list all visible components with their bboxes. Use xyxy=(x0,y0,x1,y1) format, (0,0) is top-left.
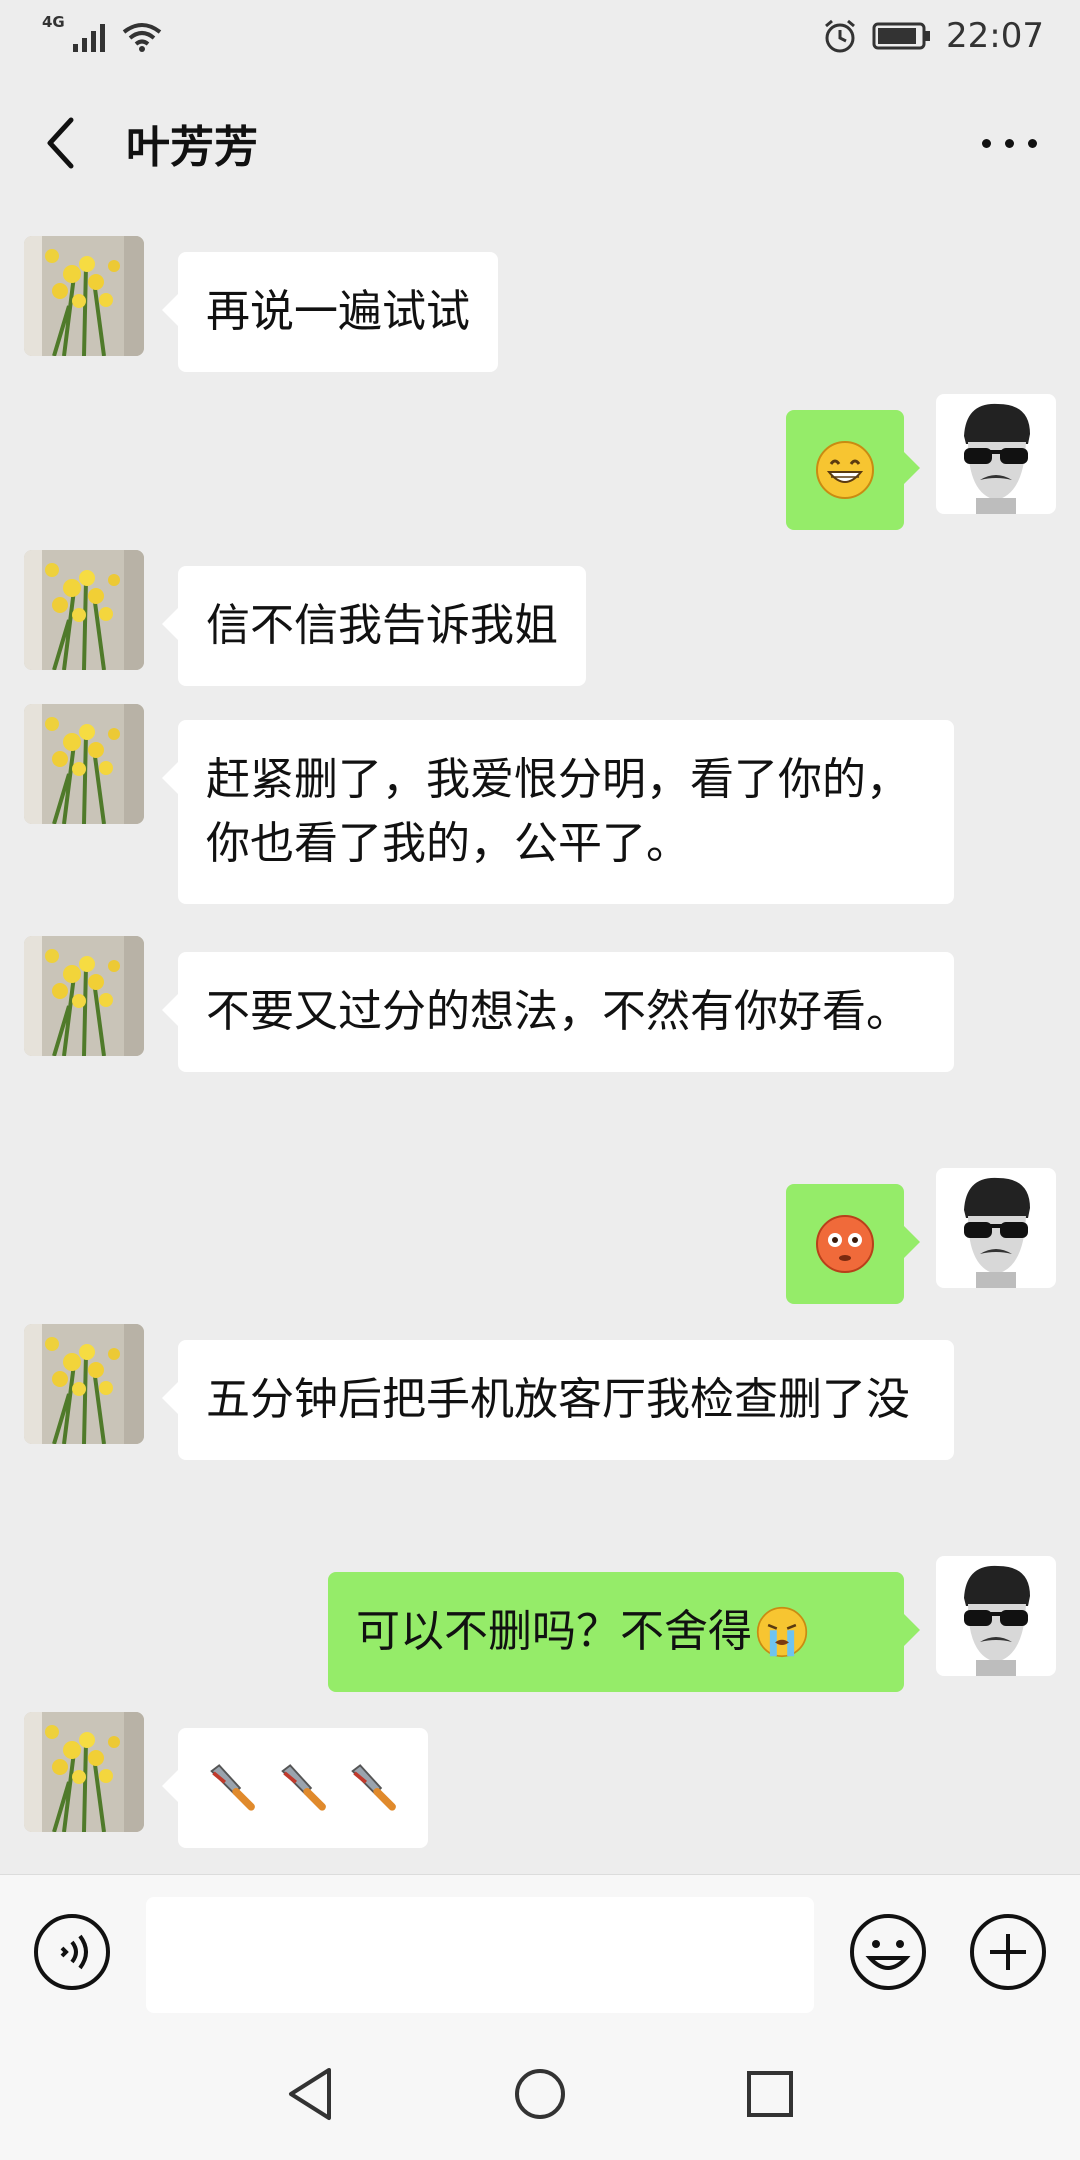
status-right: 22:07 xyxy=(822,16,1044,56)
kitchen-knife-emoji xyxy=(351,1764,397,1811)
self-avatar[interactable] xyxy=(936,394,1056,514)
flower-avatar-image xyxy=(24,1324,144,1444)
contact-avatar[interactable] xyxy=(24,1324,144,1444)
sunglasses-man-avatar-image xyxy=(936,1168,1056,1288)
contact-avatar[interactable] xyxy=(24,704,144,824)
plus-icon xyxy=(970,1914,1046,1990)
more-button[interactable] xyxy=(974,113,1044,173)
message-list[interactable]: 再说一遍试试 信不信我告诉我姐 赶紧删了，我爱恨分明，看了你的，你也看了我的，公… xyxy=(0,214,1080,1874)
kitchen-knife-emoji xyxy=(280,1764,326,1811)
flower-avatar-image xyxy=(24,704,144,824)
status-left: 4G xyxy=(42,13,163,52)
nav-home-button[interactable] xyxy=(500,2054,580,2134)
back-button[interactable] xyxy=(40,113,80,173)
nav-recent-icon xyxy=(747,2071,793,2117)
contact-avatar[interactable] xyxy=(24,1712,144,1832)
input-bar xyxy=(0,1874,1080,2024)
nav-back-button[interactable] xyxy=(270,2054,350,2134)
battery-icon xyxy=(872,22,931,50)
voice-icon xyxy=(34,1914,110,1990)
wifi-icon xyxy=(122,23,161,52)
back-icon xyxy=(47,117,74,169)
nav-recent-button[interactable] xyxy=(730,2054,810,2134)
contact-avatar[interactable] xyxy=(24,550,144,670)
message-bubble-incoming[interactable]: 五分钟后把手机放客厅我检查删了没 xyxy=(162,1340,954,1460)
message-bubble-outgoing[interactable] xyxy=(786,410,920,530)
kitchen-knife-emoji xyxy=(210,1764,255,1811)
nav-home-icon xyxy=(515,2069,565,2119)
grinning-face-emoji xyxy=(816,441,874,499)
message-bubble-outgoing[interactable] xyxy=(786,1184,920,1304)
nav-back-icon xyxy=(289,2068,331,2120)
network-type: 4G xyxy=(42,13,65,31)
emoji-icon xyxy=(850,1914,926,1990)
system-nav-bar xyxy=(0,2024,1080,2160)
voice-button[interactable] xyxy=(32,1912,112,1992)
message-bubble-incoming[interactable] xyxy=(162,1728,428,1848)
sunglasses-man-avatar-image xyxy=(936,394,1056,514)
flower-avatar-image xyxy=(24,936,144,1056)
message-text: 可以不删吗？不舍得 xyxy=(356,1606,752,1657)
message-input[interactable] xyxy=(146,1897,814,2013)
message-bubble-outgoing[interactable]: 可以不删吗？不舍得 xyxy=(328,1572,920,1692)
flower-avatar-image xyxy=(24,236,144,356)
more-icon xyxy=(981,138,991,148)
emoji-button[interactable] xyxy=(848,1912,928,1992)
self-avatar[interactable] xyxy=(936,1168,1056,1288)
chat-header: 叶芳芳 xyxy=(0,72,1080,214)
more-functions-button[interactable] xyxy=(968,1912,1048,1992)
chat-title: 叶芳芳 xyxy=(126,122,258,173)
flower-avatar-image xyxy=(24,550,144,670)
alarm-icon xyxy=(825,19,855,53)
crying-face-emoji xyxy=(756,1606,808,1658)
self-avatar[interactable] xyxy=(936,1556,1056,1676)
message-bubble-incoming[interactable]: 不要又过分的想法，不然有你好看。 xyxy=(162,952,954,1072)
sunglasses-man-avatar-image xyxy=(936,1556,1056,1676)
status-time: 22:07 xyxy=(946,16,1044,56)
message-bubble-incoming[interactable]: 赶紧删了，我爱恨分明，看了你的，你也看了我的，公平了。 xyxy=(162,720,954,904)
flushed-face-emoji xyxy=(816,1215,874,1273)
contact-avatar[interactable] xyxy=(24,936,144,1056)
status-bar: 4G 22:07 xyxy=(0,0,1080,72)
message-bubble-incoming[interactable]: 再说一遍试试 xyxy=(162,252,498,372)
contact-avatar[interactable] xyxy=(24,236,144,356)
message-bubble-incoming[interactable]: 信不信我告诉我姐 xyxy=(162,566,586,686)
flower-avatar-image xyxy=(24,1712,144,1832)
signal-icon xyxy=(72,24,105,52)
